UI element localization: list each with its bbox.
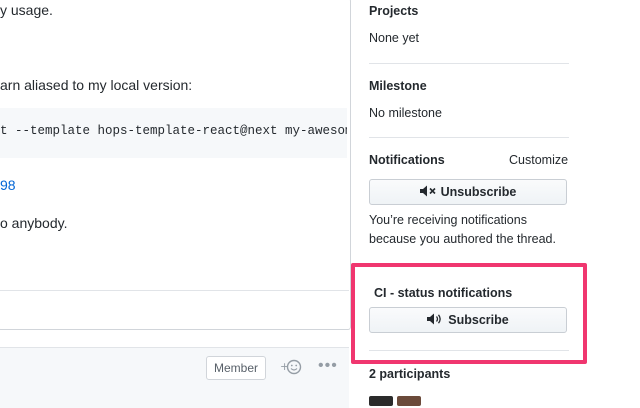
- code-block: t --template hops-template-react@next my…: [0, 108, 347, 158]
- milestone-heading[interactable]: Milestone: [369, 79, 427, 93]
- avatar[interactable]: [397, 396, 421, 406]
- comment-text-line: o anybody.: [0, 215, 68, 231]
- unsubscribe-label: Unsubscribe: [440, 185, 517, 199]
- sidebar-divider: [369, 63, 569, 64]
- comment-text-line: y usage.: [0, 2, 53, 18]
- add-reaction-icon-glyph: +: [280, 359, 302, 375]
- comment-link[interactable]: 98: [0, 177, 16, 193]
- projects-value: None yet: [369, 31, 420, 45]
- notification-reason: You’re receiving notifications: [369, 213, 527, 227]
- add-reaction-icon[interactable]: +: [280, 359, 302, 378]
- sidebar-divider: [369, 137, 569, 138]
- notifications-heading: Notifications: [369, 153, 445, 167]
- notification-reason: because you authored the thread.: [369, 232, 556, 246]
- mute-icon-glyph: [419, 185, 436, 196]
- customize-link[interactable]: Customize: [509, 153, 568, 167]
- participants-heading: 2 participants: [369, 367, 451, 381]
- code-snippet: t --template hops-template-react@next my…: [0, 124, 347, 138]
- unsubscribe-button[interactable]: Unsubscribe: [369, 179, 567, 205]
- comment-text-line: arn aliased to my local version:: [0, 77, 193, 93]
- comment-box: [0, 0, 351, 330]
- member-badge: Member: [206, 356, 266, 380]
- comment-divider: [0, 290, 349, 291]
- projects-heading[interactable]: Projects: [369, 4, 418, 18]
- avatar[interactable]: [369, 396, 393, 406]
- kebab-horizontal-icon[interactable]: •••: [318, 357, 338, 375]
- mute-icon: [419, 185, 436, 200]
- annotation-highlight-box: [351, 263, 587, 364]
- milestone-value: No milestone: [369, 106, 442, 120]
